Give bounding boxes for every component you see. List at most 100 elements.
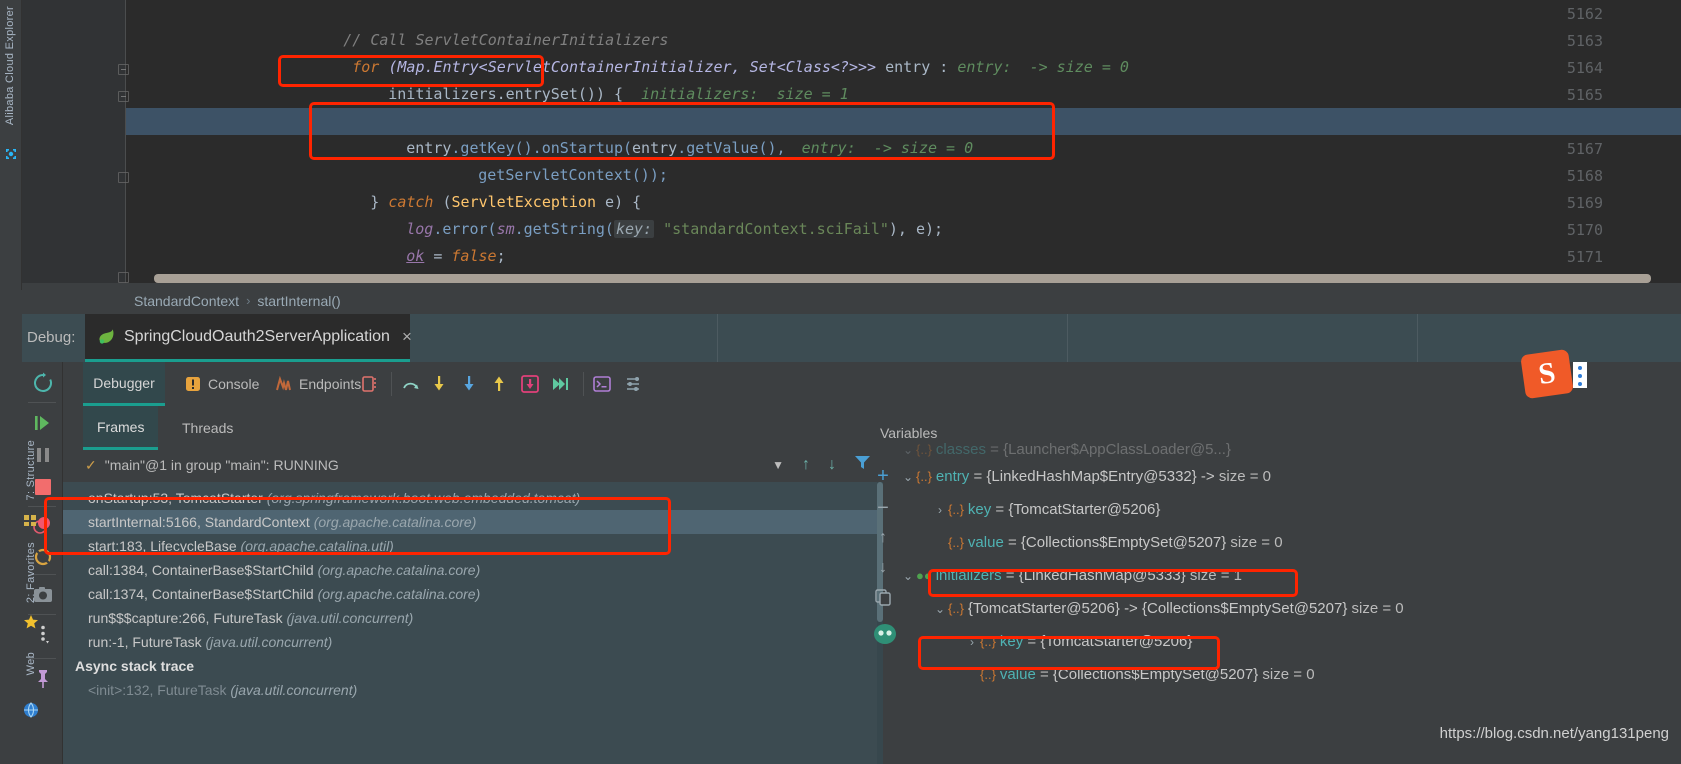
thread-label: "main"@1 in group "main": RUNNING xyxy=(104,457,339,473)
frames-list[interactable]: onStartup:53, TomcatStarter (org.springf… xyxy=(63,482,883,764)
rail-divider xyxy=(28,506,56,507)
collapse-twisty-icon[interactable]: ⌄ xyxy=(900,461,916,494)
drop-frame-icon[interactable] xyxy=(521,375,539,393)
rail-divider xyxy=(28,402,56,403)
run-to-cursor-icon[interactable] xyxy=(551,375,569,393)
variable-equals: = xyxy=(1001,567,1019,584)
variables-tree[interactable]: ⌄ {..} classes = {Launcher$AppClassLoader@… xyxy=(900,440,1681,764)
expand-twisty-icon[interactable]: › xyxy=(964,626,980,659)
debug-session-title: SpringCloudOauth2ServerApplication xyxy=(124,327,390,345)
layout-settings-icon[interactable] xyxy=(361,375,379,393)
variable-row-initializers[interactable]: ⌄ ●● initializers = {LinkedHashMap@5333} s… xyxy=(900,559,1681,592)
toolbar-divider xyxy=(583,372,584,396)
add-watch-icon[interactable]: + xyxy=(872,465,894,487)
code-line-current: entry.getKey().onStartup(entry.getValue(… xyxy=(126,108,1681,157)
thread-dropdown-icon[interactable]: ▼ xyxy=(772,458,784,472)
variable-row[interactable]: {..} value = {Collections$EmptySet@5207} … xyxy=(900,526,1681,559)
frame-row[interactable]: run$$$capture:266, FutureTask (java.util… xyxy=(63,606,883,630)
variable-value: {Collections$EmptySet@5207} xyxy=(1020,534,1231,551)
move-down-icon[interactable]: ↓ xyxy=(872,559,894,581)
variable-row[interactable]: {..} value = {Collections$EmptySet@5207} … xyxy=(900,658,1681,691)
frames-move-down-icon[interactable]: ↓ xyxy=(828,456,836,474)
copy-value-icon[interactable] xyxy=(872,589,894,611)
variable-row-key[interactable]: › {..} key = {TomcatStarter@5206} xyxy=(900,625,1681,658)
sidebar-item-web[interactable]: Web xyxy=(25,652,37,675)
structure-icon[interactable] xyxy=(23,513,38,533)
tab-console[interactable]: Console xyxy=(173,362,271,406)
thread-selector[interactable]: ✓ "main"@1 in group "main": RUNNING xyxy=(63,450,883,480)
object-icon: {..} xyxy=(980,667,996,682)
code-line: // Call ServletContainerInitializers xyxy=(126,0,1681,49)
frame-row[interactable]: run:-1, FutureTask (java.util.concurrent… xyxy=(63,630,883,654)
variable-row[interactable]: ⌄ {..} {TomcatStarter@5206} -> {Collection… xyxy=(900,592,1681,625)
settings-icon[interactable] xyxy=(625,375,643,393)
variable-name: key xyxy=(967,501,992,518)
breadcrumb-item-class[interactable]: StandardContext xyxy=(134,293,239,309)
step-into-icon[interactable] xyxy=(431,375,449,393)
variable-row[interactable]: ⌄ {..} entry = {LinkedHashMap$Entry@5332} … xyxy=(900,460,1681,493)
code-line: for (Map.Entry<ServletContainerInitializ… xyxy=(126,27,1681,76)
rerun-icon[interactable] xyxy=(32,372,54,394)
debug-session-tab[interactable]: SpringCloudOauth2ServerApplication × xyxy=(85,314,412,362)
web-globe-icon[interactable] xyxy=(23,702,39,723)
variable-equals: = xyxy=(991,501,1009,518)
evaluate-expression-icon[interactable] xyxy=(593,375,611,393)
resume-program-icon[interactable] xyxy=(32,412,54,434)
remove-watch-icon[interactable]: − xyxy=(872,497,894,519)
frame-row[interactable]: startInternal:5166, StandardContext (org… xyxy=(63,510,883,534)
step-out-icon[interactable] xyxy=(491,375,509,393)
code-editor[interactable]: 5162 5163 5164 5165 5166 5167 5168 5169 … xyxy=(22,0,1681,283)
frame-row[interactable]: call:1384, ContainerBase$StartChild (org… xyxy=(63,558,883,582)
thread-running-check-icon: ✓ xyxy=(85,456,97,473)
header-divider xyxy=(1067,314,1068,362)
sogou-status-dots-icon xyxy=(1573,362,1587,388)
tab-frames[interactable]: Frames xyxy=(83,406,159,450)
object-icon: {..} xyxy=(948,601,964,616)
tab-endpoints[interactable]: Endpoints xyxy=(263,362,373,406)
cloud-toolkit-icon[interactable] xyxy=(3,146,19,162)
breadcrumb-item-method[interactable]: startInternal() xyxy=(257,293,340,309)
variable-value: {TomcatStarter@5206} xyxy=(1040,633,1193,650)
frame-package: (org.apache.catalina.core) xyxy=(317,562,481,578)
code-line: } catch (ServletException e) { xyxy=(126,162,1681,211)
frame-row[interactable]: start:183, LifecycleBase (org.apache.cat… xyxy=(63,534,883,558)
sidebar-item-favorites[interactable]: 2: Favorites xyxy=(25,542,37,603)
editor-gutter[interactable] xyxy=(22,0,126,283)
favorites-star-icon[interactable] xyxy=(23,614,39,635)
breadcrumb-separator-icon: › xyxy=(246,293,251,308)
header-divider xyxy=(717,314,718,362)
expand-twisty-icon[interactable]: › xyxy=(932,494,948,527)
sidebar-item-structure[interactable]: 7: Structure xyxy=(25,440,37,500)
variable-row[interactable]: ⌄ {..} classes = {Launcher$AppClassLoader@… xyxy=(900,440,1681,460)
sidebar-item-alibaba-cloud-explorer[interactable]: Alibaba Cloud Explorer xyxy=(4,6,16,125)
variables-toolbar: + − ↑ ↓ xyxy=(868,455,898,764)
frame-row[interactable]: onStartup:53, TomcatStarter (org.springf… xyxy=(63,486,883,510)
frame-row[interactable]: call:1374, ContainerBase$StartChild (org… xyxy=(63,582,883,606)
tab-console-label: Console xyxy=(208,376,260,392)
close-icon[interactable]: × xyxy=(402,327,412,347)
breadcrumb[interactable]: StandardContext › startInternal() xyxy=(22,287,1681,314)
frame-row[interactable]: <init>:132, FutureTask (java.util.concur… xyxy=(63,678,883,702)
sogou-input-logo-icon: S xyxy=(1520,348,1574,400)
variable-size: size = 0 xyxy=(1218,468,1271,485)
variable-size: size = 0 xyxy=(1230,534,1283,551)
variable-row[interactable]: › {..} key = {TomcatStarter@5206} xyxy=(900,493,1681,526)
frame-text: run$$$capture:266, FutureTask xyxy=(88,610,287,626)
tab-threads[interactable]: Threads xyxy=(168,406,247,450)
code-content[interactable]: // Call ServletContainerInitializers for… xyxy=(126,0,1681,283)
object-icon: {..} xyxy=(980,634,996,649)
force-step-into-icon[interactable] xyxy=(461,375,479,393)
inspect-glasses-icon[interactable] xyxy=(872,623,896,645)
tab-endpoints-label: Endpoints xyxy=(299,376,362,392)
frames-move-up-icon[interactable]: ↑ xyxy=(802,456,810,474)
collapse-twisty-icon[interactable]: ⌄ xyxy=(932,593,948,626)
tab-debugger[interactable]: Debugger xyxy=(83,362,165,406)
tab-threads-label: Threads xyxy=(182,420,234,436)
move-up-icon[interactable]: ↑ xyxy=(872,529,894,551)
collapse-twisty-icon[interactable]: ⌄ xyxy=(900,560,916,593)
object-icon: {..} xyxy=(948,535,964,550)
variable-name: value xyxy=(967,534,1004,551)
editor-hscroll-thumb[interactable] xyxy=(154,274,1651,283)
expand-twisty-icon[interactable]: ⌄ xyxy=(900,440,916,460)
step-over-icon[interactable] xyxy=(401,375,419,393)
